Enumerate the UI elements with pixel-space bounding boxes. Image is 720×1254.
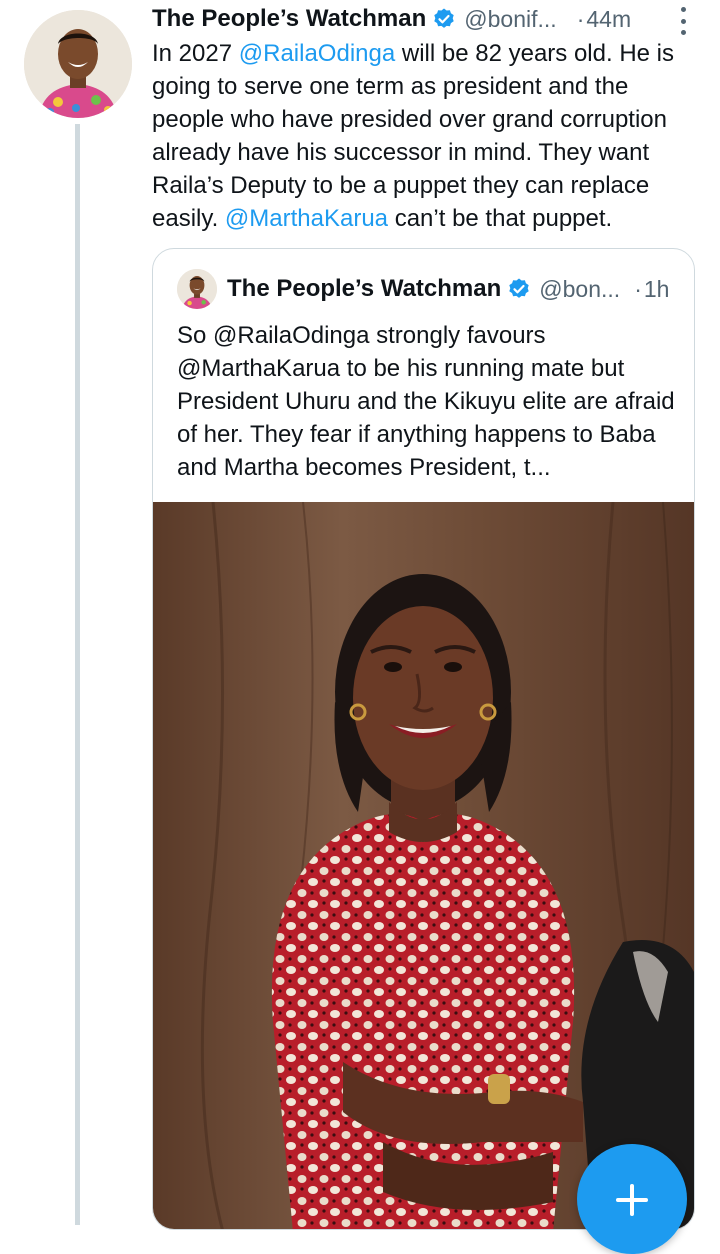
- quoted-tweet-text: So @RailaOdinga strongly favours @Martha…: [177, 322, 675, 481]
- quoted-avatar-portrait: [177, 269, 217, 309]
- author-avatar[interactable]: [24, 10, 132, 118]
- separator-dot: ·: [576, 5, 585, 32]
- tweet-text-segment: will be 82 years old. He is going to ser…: [152, 40, 674, 232]
- author-handle[interactable]: @bonif...: [464, 6, 556, 33]
- quoted-tweet-header: The People’s Watchman @bon... · 1h: [177, 269, 680, 309]
- verified-badge-icon: [509, 278, 529, 298]
- tweet-text-segment: can’t be that puppet.: [388, 205, 613, 232]
- mention-link-railaodinga[interactable]: @RailaOdinga: [239, 40, 395, 67]
- tweet-timestamp[interactable]: 44m: [586, 6, 631, 33]
- plus-icon: [616, 1184, 648, 1216]
- verified-badge-icon: [434, 8, 454, 28]
- tweet-header: The People’s Watchman @bonif... · 44m: [152, 2, 690, 36]
- quoted-tweet-timestamp: 1h: [643, 275, 670, 302]
- author-name[interactable]: The People’s Watchman: [152, 5, 426, 33]
- compose-button[interactable]: [577, 1144, 687, 1254]
- portrait-photo: [153, 502, 694, 1229]
- quoted-author-avatar: [177, 269, 217, 309]
- quoted-author-handle: @bon...: [539, 275, 621, 302]
- separator-dot: ·: [634, 275, 642, 302]
- thread-connector-line: [75, 124, 80, 1225]
- more-vertical-icon[interactable]: [680, 7, 686, 35]
- tweet-text: In 2027 @RailaOdinga will be 82 years ol…: [152, 37, 700, 235]
- avatar-portrait: [24, 10, 132, 118]
- quoted-tweet-card[interactable]: The People’s Watchman @bon... · 1h So @R…: [152, 248, 695, 1230]
- tweet-text-segment: In 2027: [152, 40, 239, 67]
- mention-link-marthakarua[interactable]: @MarthaKarua: [225, 205, 388, 232]
- quoted-author-name: The People’s Watchman: [227, 275, 502, 302]
- quoted-tweet-image[interactable]: [153, 502, 694, 1229]
